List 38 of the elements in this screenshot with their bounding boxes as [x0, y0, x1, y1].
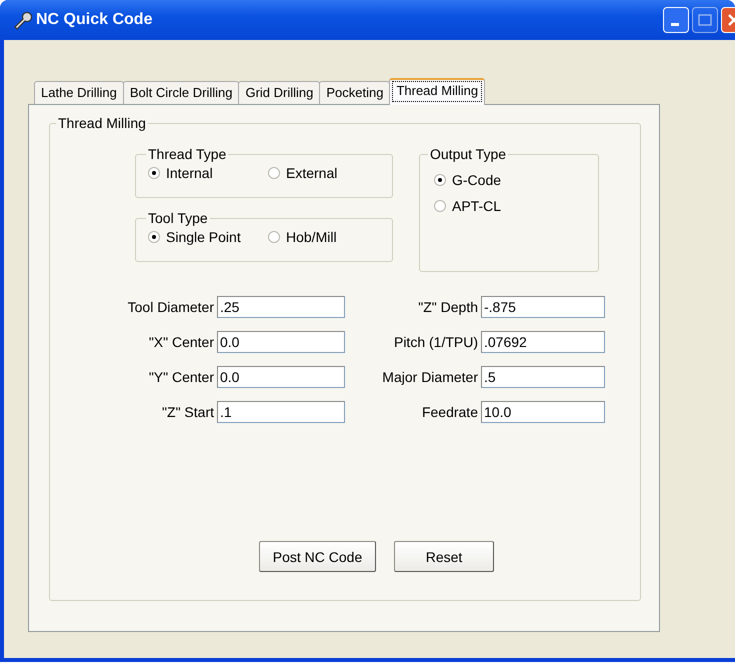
field-label: "X" Center [148, 334, 214, 350]
field-label: Pitch (1/TPU) [394, 334, 478, 350]
input-field[interactable]: 0.0 [217, 331, 345, 353]
tab[interactable]: Pocketing [319, 81, 390, 104]
tab[interactable]: Lathe Drilling [34, 81, 124, 104]
group-title: Thread Type [147, 146, 228, 162]
input-field[interactable]: .1 [217, 401, 345, 423]
field-label: Feedrate [422, 404, 478, 420]
input-field[interactable]: .25 [217, 296, 345, 318]
window-title: NC Quick Code [36, 11, 154, 29]
tab[interactable]: Grid Drilling [238, 81, 320, 104]
radio-option[interactable]: Internal [148, 165, 268, 181]
input-field[interactable]: .5 [481, 366, 605, 388]
push-button[interactable]: Reset [394, 541, 494, 572]
push-button[interactable]: Post NC Code [259, 541, 376, 572]
input-field[interactable]: 10.0 [481, 401, 605, 423]
group-title: Thread Milling [57, 115, 147, 131]
input-field[interactable]: 0.0 [217, 366, 345, 388]
radio-option[interactable]: Hob/Mill [268, 229, 388, 245]
tab[interactable]: Bolt Circle Drilling [122, 81, 240, 104]
minimize-button[interactable] [663, 7, 689, 33]
minimize-icon [671, 23, 681, 27]
radio-option[interactable]: Single Point [148, 229, 268, 245]
maximize-button[interactable] [692, 7, 718, 33]
field-label: Major Diameter [382, 369, 478, 385]
radio-option[interactable]: External [268, 165, 388, 181]
group-title: Tool Type [147, 210, 209, 226]
field-label: "Z" Depth [418, 299, 478, 315]
radio-option[interactable]: APT-CL [434, 198, 598, 214]
input-field[interactable]: -.875 [481, 296, 605, 318]
radio-option[interactable]: G-Code [434, 172, 598, 188]
tab[interactable]: Thread Milling [389, 78, 486, 105]
input-field[interactable]: .07692 [481, 331, 605, 353]
field-label: "Z" Start [162, 404, 214, 420]
maximize-icon [698, 14, 712, 26]
field-label: "Y" Center [148, 369, 214, 385]
field-label: Tool Diameter [128, 299, 214, 315]
group-title: Output Type [429, 146, 508, 162]
